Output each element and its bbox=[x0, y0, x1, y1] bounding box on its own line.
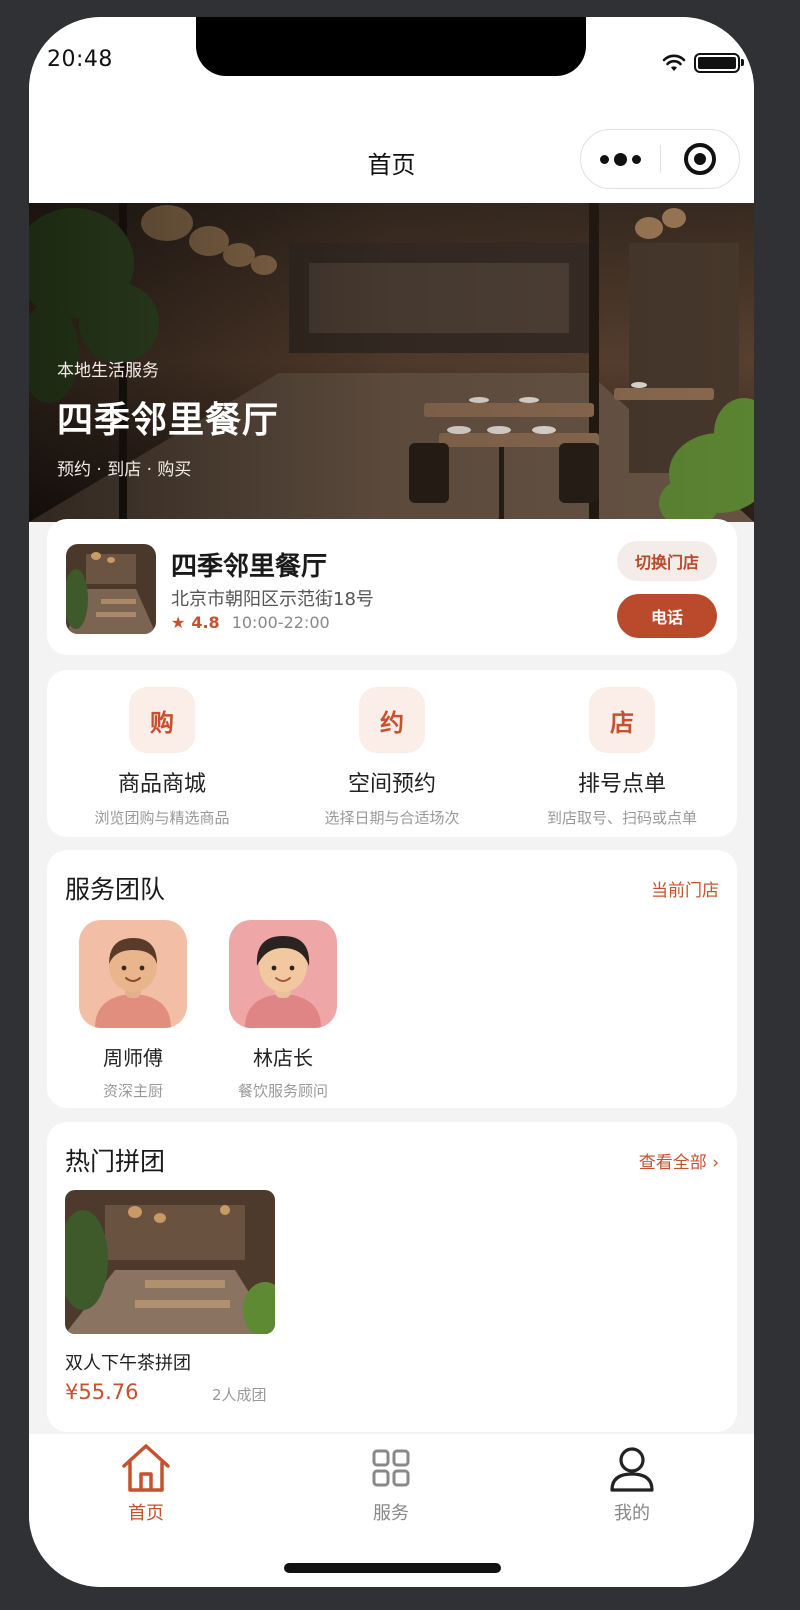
store-address: 北京市朝阳区示范街18号 bbox=[171, 589, 374, 610]
quick-action-shop[interactable]: 购 商品商城 浏览团购与精选商品 bbox=[47, 670, 277, 837]
hero-tags: 预约 · 到店 · 购买 bbox=[57, 460, 192, 480]
user-icon bbox=[610, 1447, 654, 1492]
store-card[interactable]: 四季邻里餐厅 北京市朝阳区示范街18号 ★ 4.8 10:00-22:00 切换… bbox=[47, 519, 737, 655]
view-all-link[interactable]: 查看全部 › bbox=[639, 1148, 719, 1173]
group-buy-price: ¥55.76 bbox=[65, 1380, 139, 1404]
status-bar: 20:48 bbox=[29, 17, 754, 117]
quick-action-desc: 到店取号、扫码或点单 bbox=[546, 809, 697, 827]
notch bbox=[196, 17, 586, 76]
store-rating: 4.8 bbox=[191, 613, 220, 632]
hero-banner: 本地生活服务 四季邻里餐厅 预约 · 到店 · 购买 bbox=[29, 203, 754, 522]
target-icon bbox=[683, 143, 716, 175]
shop-icon: 购 bbox=[129, 687, 195, 753]
home-icon bbox=[122, 1444, 170, 1492]
team-title: 服务团队 bbox=[65, 875, 166, 904]
tab-label: 服务 bbox=[373, 1503, 409, 1524]
store-icon: 店 bbox=[589, 687, 655, 753]
group-buy-title: 热门拼团 bbox=[65, 1147, 166, 1176]
more-icon[interactable] bbox=[581, 152, 660, 166]
tab-profile[interactable]: 我的 bbox=[562, 1434, 702, 1525]
star-icon: ★ bbox=[171, 613, 186, 632]
quick-action-title: 商品商城 bbox=[117, 772, 206, 797]
tab-label: 首页 bbox=[128, 1503, 164, 1524]
grid-icon bbox=[372, 1449, 410, 1487]
call-button[interactable]: 电话 bbox=[617, 594, 717, 638]
store-name: 四季邻里餐厅 bbox=[171, 552, 328, 582]
home-indicator[interactable] bbox=[284, 1563, 501, 1573]
mini-program-capsule bbox=[580, 129, 740, 189]
quick-action-title: 空间预约 bbox=[347, 772, 436, 797]
group-buy-name: 双人下午茶拼团 bbox=[65, 1353, 191, 1374]
booking-icon: 约 bbox=[359, 687, 425, 753]
current-store-link[interactable]: 当前门店 bbox=[651, 876, 719, 901]
member-name: 林店长 bbox=[253, 1046, 313, 1070]
status-icons bbox=[662, 53, 744, 73]
quick-actions: 购 商品商城 浏览团购与精选商品 约 空间预约 选择日期与合适场次 店 排号点单… bbox=[47, 670, 737, 837]
member-name: 周师傅 bbox=[103, 1046, 163, 1070]
group-buy-section: 热门拼团 查看全部 › 双人下午茶拼团 ¥55.76 2人成团 bbox=[47, 1122, 737, 1432]
quick-action-queue[interactable]: 店 排号点单 到店取号、扫码或点单 bbox=[507, 670, 737, 837]
switch-store-button[interactable]: 切换门店 bbox=[617, 541, 717, 581]
status-time: 20:48 bbox=[47, 47, 113, 72]
avatar bbox=[79, 920, 187, 1028]
hero-title: 四季邻里餐厅 bbox=[57, 400, 280, 441]
wifi-icon bbox=[662, 54, 686, 71]
quick-action-desc: 浏览团购与精选商品 bbox=[94, 809, 230, 827]
quick-action-desc: 选择日期与合适场次 bbox=[324, 809, 460, 827]
nav-bar: 首页 bbox=[29, 117, 754, 203]
tab-home[interactable]: 首页 bbox=[76, 1434, 216, 1525]
phone-screen: 20:48 首页 本地生活服务 四季邻里餐厅 预约 · 到店 · 购买 四季邻里… bbox=[29, 17, 754, 1587]
member-role: 餐饮服务顾问 bbox=[237, 1082, 328, 1100]
hero-subtitle: 本地生活服务 bbox=[57, 361, 159, 381]
battery-icon bbox=[694, 53, 744, 73]
tab-services[interactable]: 服务 bbox=[321, 1434, 461, 1525]
store-meta: ★ 4.8 10:00-22:00 bbox=[171, 613, 330, 632]
team-section: 服务团队 当前门店 周师傅 资深主厨 林店长 餐饮服务顾问 bbox=[47, 850, 737, 1108]
store-thumbnail bbox=[66, 544, 156, 634]
tab-label: 我的 bbox=[614, 1503, 650, 1524]
member-role: 资深主厨 bbox=[102, 1082, 163, 1100]
group-buy-size: 2人成团 bbox=[212, 1386, 267, 1404]
avatar bbox=[229, 920, 337, 1028]
close-mini-program-button[interactable] bbox=[661, 143, 740, 175]
team-member[interactable]: 林店长 餐饮服务顾问 bbox=[218, 920, 348, 1101]
quick-action-booking[interactable]: 约 空间预约 选择日期与合适场次 bbox=[277, 670, 507, 837]
store-hours: 10:00-22:00 bbox=[231, 613, 330, 632]
team-member[interactable]: 周师傅 资深主厨 bbox=[68, 920, 198, 1101]
group-buy-image[interactable] bbox=[65, 1190, 275, 1334]
quick-action-title: 排号点单 bbox=[577, 772, 666, 797]
